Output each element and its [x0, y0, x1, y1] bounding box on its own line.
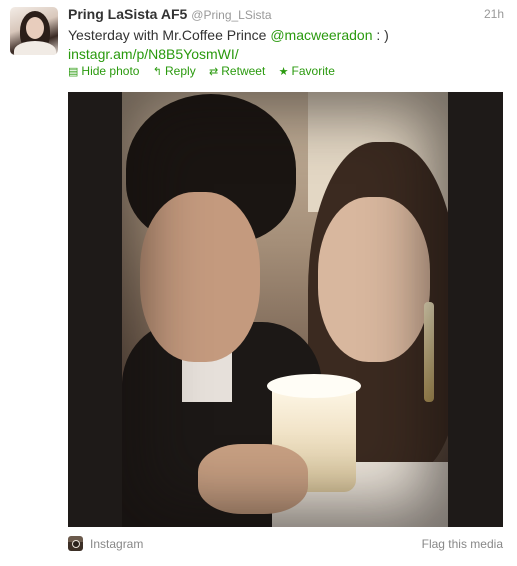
instagram-lens: [72, 540, 80, 548]
tweet-header: Pring LaSista AF5 @Pring_LSista 21h: [68, 6, 508, 24]
photo-vignette: [122, 92, 448, 527]
avatar[interactable]: [10, 7, 58, 55]
tweet-text: Yesterday with Mr.Coffee Prince @macweer…: [68, 26, 508, 64]
timestamp[interactable]: 21h: [484, 7, 504, 21]
tweet-text-prefix: Yesterday with Mr.Coffee Prince: [68, 27, 271, 43]
favorite-action[interactable]: ★ Favorite: [279, 64, 335, 78]
flag-media-link[interactable]: Flag this media: [422, 537, 503, 551]
retweet-action[interactable]: ⇄ Retweet: [209, 64, 265, 78]
photo[interactable]: [122, 92, 448, 527]
instagram-icon: [68, 536, 83, 551]
media-icon: ▤: [68, 66, 79, 78]
media-source-link[interactable]: Instagram: [90, 537, 143, 551]
tweet: Pring LaSista AF5 @Pring_LSista 21h Yeste…: [0, 0, 517, 566]
tweet-text-suffix: : ): [372, 27, 389, 43]
user-screenname[interactable]: @Pring_LSista: [191, 8, 271, 22]
favorite-label: Favorite: [291, 64, 335, 78]
media-footer: Instagram Flag this media: [68, 536, 503, 552]
hide-photo-action[interactable]: ▤ Hide photo: [68, 64, 139, 78]
retweet-icon: ⇄: [209, 66, 219, 78]
mention-link[interactable]: @macweeradon: [270, 27, 372, 43]
avatar-face: [26, 17, 44, 39]
reply-action[interactable]: ↰ Reply: [153, 64, 196, 78]
user-fullname[interactable]: Pring LaSista AF5: [68, 6, 187, 22]
avatar-shoulder: [14, 41, 56, 55]
star-icon: ★: [278, 66, 289, 78]
retweet-label: Retweet: [221, 64, 266, 78]
hide-photo-label: Hide photo: [81, 64, 140, 78]
instagram-link[interactable]: instagr.am/p/N8B5YosmWI/: [68, 45, 508, 64]
tweet-actions: ▤ Hide photo ↰ Reply ⇄ Retweet ★ Favorite: [68, 64, 345, 80]
reply-label: Reply: [165, 64, 196, 78]
media-container[interactable]: [68, 92, 503, 527]
reply-icon: ↰: [152, 66, 163, 78]
